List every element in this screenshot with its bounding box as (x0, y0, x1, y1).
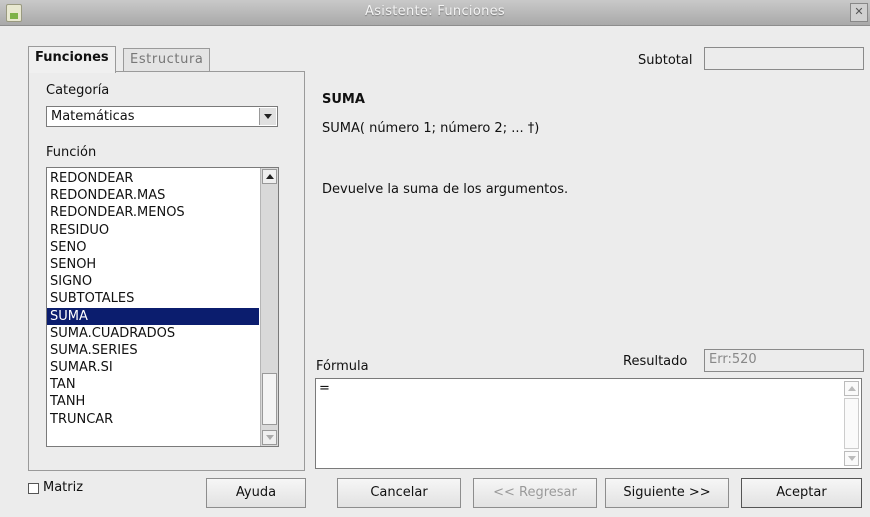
formula-text: = (319, 381, 330, 396)
function-list-item[interactable]: REDONDEAR.MENOS (47, 204, 259, 221)
function-list-item[interactable]: SUMA (47, 307, 259, 325)
scroll-up-icon[interactable] (844, 381, 859, 396)
accept-button[interactable]: Aceptar (741, 478, 862, 508)
function-list-item[interactable]: RESIDUO (47, 222, 259, 239)
function-list-item[interactable]: TAN (47, 376, 259, 393)
close-icon[interactable]: ✕ (850, 3, 868, 22)
matrix-label: Matriz (43, 480, 84, 495)
next-button[interactable]: Siguiente >> (605, 478, 729, 508)
function-name: SUMA (322, 92, 365, 107)
title-bar: Asistente: Funciones ✕ (0, 0, 870, 26)
scroll-up-icon[interactable] (262, 169, 277, 184)
function-list-item[interactable]: SENO (47, 239, 259, 256)
function-list-item[interactable]: SUMA.SERIES (47, 342, 259, 359)
function-description: Devuelve la suma de los argumentos. (322, 182, 569, 197)
result-field: Err:520 (704, 349, 864, 372)
category-value: Matemáticas (51, 109, 135, 124)
scroll-down-icon[interactable] (844, 451, 859, 466)
function-list-item[interactable]: TRUNCAR (47, 411, 259, 428)
category-label: Categoría (46, 83, 110, 98)
scroll-track[interactable] (844, 398, 859, 449)
chevron-down-icon[interactable] (259, 108, 276, 125)
cancel-button[interactable]: Cancelar (337, 478, 461, 508)
function-list-item[interactable]: TANH (47, 393, 259, 410)
formula-label: Fórmula (316, 359, 369, 374)
back-button[interactable]: << Regresar (473, 478, 597, 508)
tab-estructura[interactable]: Estructura (123, 48, 211, 71)
function-list-item[interactable]: SUBTOTALES (47, 290, 259, 307)
function-list-scrollbar[interactable] (260, 168, 278, 446)
category-select[interactable]: Matemáticas (46, 106, 278, 127)
function-list-item[interactable]: SUMAR.SI (47, 359, 259, 376)
subtotal-field (704, 47, 864, 70)
function-list-item[interactable]: SUMA.CUADRADOS (47, 325, 259, 342)
function-list-item[interactable]: REDONDEAR.MAS (47, 187, 259, 204)
function-list-item[interactable]: REDONDEAR (47, 170, 259, 187)
matrix-checkbox[interactable] (28, 483, 39, 494)
formula-scrollbar[interactable] (844, 381, 859, 466)
window-title: Asistente: Funciones (365, 4, 505, 19)
tab-funciones[interactable]: Funciones (28, 46, 116, 73)
help-button[interactable]: Ayuda (206, 478, 306, 508)
function-list-item[interactable]: SENOH (47, 256, 259, 273)
result-label: Resultado (623, 354, 688, 369)
formula-input[interactable]: = (315, 378, 862, 469)
function-list[interactable]: REDONDEAR REDONDEAR.MAS REDONDEAR.MENOS RES… (46, 167, 279, 447)
subtotal-label: Subtotal (638, 53, 693, 68)
function-syntax: SUMA( número 1; número 2; ... †) (322, 121, 540, 136)
function-list-item[interactable]: SIGNO (47, 273, 259, 290)
function-label: Función (46, 145, 97, 160)
scroll-down-icon[interactable] (262, 430, 277, 445)
scroll-thumb[interactable] (262, 373, 277, 425)
